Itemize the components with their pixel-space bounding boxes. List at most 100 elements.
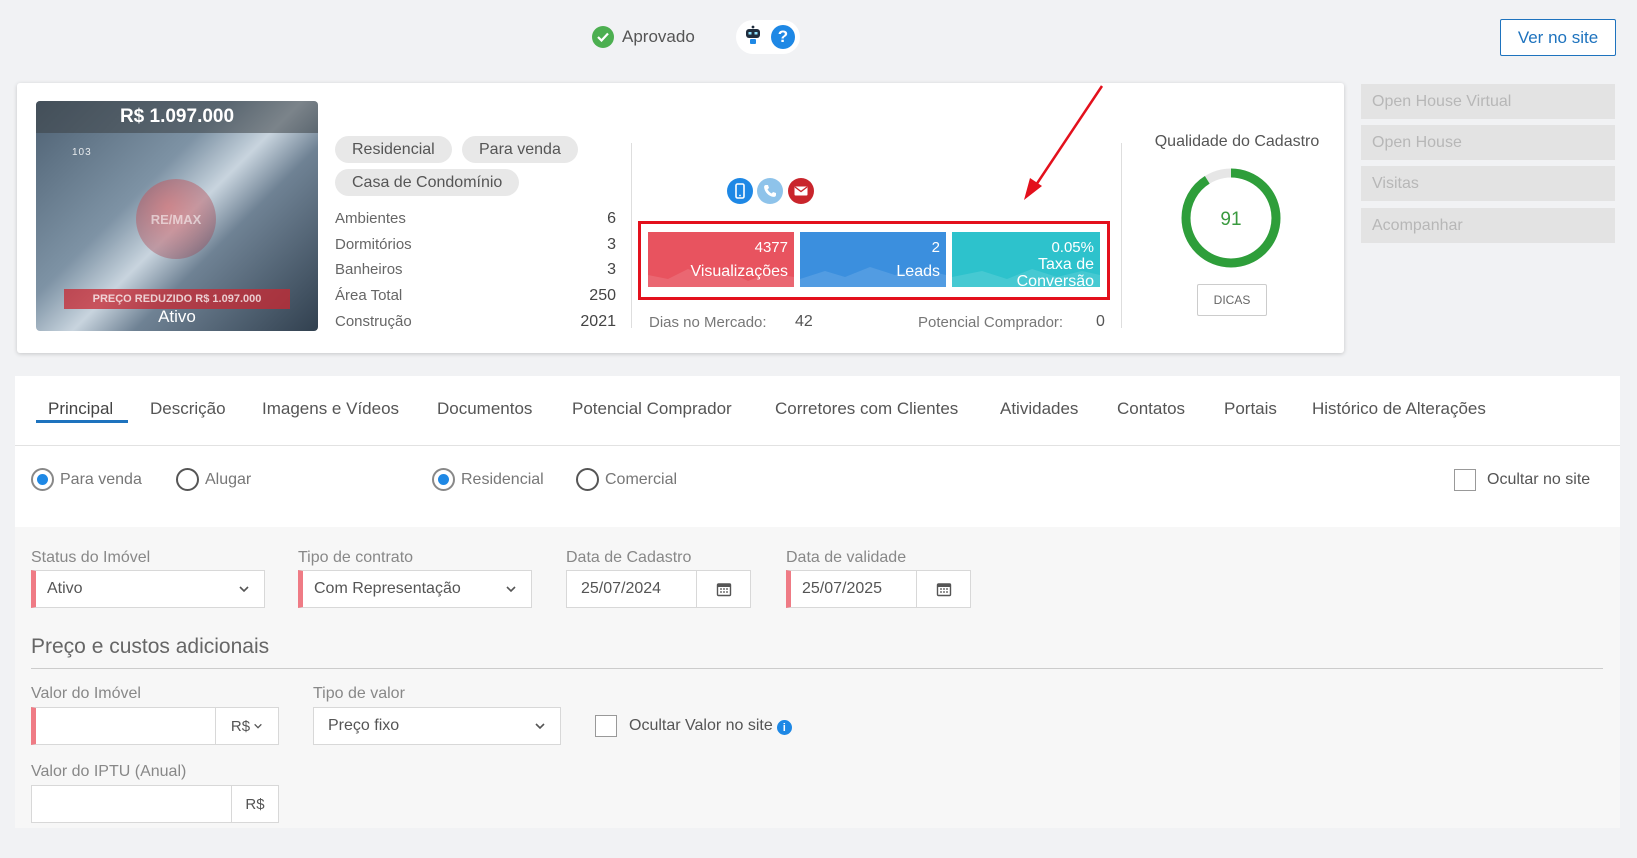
tab-principal[interactable]: Principal bbox=[48, 399, 113, 419]
dicas-button[interactable]: DICAS bbox=[1197, 284, 1267, 316]
divider bbox=[631, 143, 632, 328]
chevron-down-icon bbox=[506, 586, 516, 593]
checkbox-box[interactable] bbox=[595, 715, 617, 737]
feature-label: Dormitórios bbox=[335, 236, 412, 253]
select-value: Com Representação bbox=[314, 580, 461, 597]
photo-house-number: 103 bbox=[72, 147, 92, 158]
dias-mercado-label: Dias no Mercado: bbox=[649, 314, 767, 331]
radio-residencial[interactable]: Residencial bbox=[432, 468, 544, 491]
photo-price: R$ 1.097.000 bbox=[36, 101, 318, 133]
open-house-virtual-button[interactable]: Open House Virtual bbox=[1361, 84, 1615, 119]
valor-iptu-label: Valor do IPTU (Anual) bbox=[31, 763, 187, 780]
conversion-value: 0.05% bbox=[1051, 239, 1094, 256]
feature-list: Ambientes 6 Dormitórios 3 Banheiros 3 Ár… bbox=[335, 210, 616, 340]
tab-atividades[interactable]: Atividades bbox=[1000, 399, 1078, 419]
phone-icon[interactable] bbox=[757, 178, 783, 204]
property-form-panel: Principal Descrição Imagens e Vídeos Doc… bbox=[15, 376, 1620, 828]
currency-select[interactable]: R$ bbox=[215, 708, 278, 744]
ocultar-site-checkbox[interactable]: Ocultar no site bbox=[1454, 469, 1590, 491]
feature-value: 2021 bbox=[580, 313, 616, 330]
stats-highlight-box: 4377 Visualizações 2 Leads 0.05% Taxa de… bbox=[638, 221, 1110, 300]
tipo-contrato-label: Tipo de contrato bbox=[298, 549, 414, 566]
status-imovel-label: Status do Imóvel bbox=[31, 549, 151, 566]
status-label: Aprovado bbox=[622, 27, 695, 46]
stat-leads[interactable]: 2 Leads bbox=[800, 232, 946, 287]
property-photo[interactable]: R$ 1.097.000 103 RE/MAX PREÇO REDUZIDO R… bbox=[36, 101, 318, 331]
status-approved: Aprovado bbox=[592, 26, 695, 48]
radio-label: Comercial bbox=[605, 470, 678, 488]
tab-historico-alteracoes[interactable]: Histórico de Alterações bbox=[1312, 399, 1486, 419]
open-house-button[interactable]: Open House bbox=[1361, 125, 1615, 160]
checkbox-label-text: Ocultar Valor no site bbox=[629, 716, 773, 734]
tab-portais[interactable]: Portais bbox=[1224, 399, 1277, 419]
data-cadastro-input[interactable]: 25/07/2024 bbox=[566, 570, 751, 608]
radio-label: Para venda bbox=[60, 470, 142, 488]
valor-iptu-input[interactable]: R$ bbox=[31, 785, 279, 823]
select-value: Preço fixo bbox=[328, 717, 400, 734]
feature-row: Banheiros 3 bbox=[335, 261, 616, 281]
tag-residencial: Residencial bbox=[335, 136, 452, 163]
form-body: Status do Imóvel Ativo Tipo de contrato … bbox=[15, 527, 1620, 828]
tab-descricao[interactable]: Descrição bbox=[150, 399, 226, 419]
active-tab-indicator bbox=[36, 420, 128, 423]
tag-casa-condominio: Casa de Condomínio bbox=[335, 169, 520, 196]
section-title: Preço e custos adicionais bbox=[31, 635, 270, 658]
valor-imovel-input[interactable]: R$ bbox=[31, 707, 279, 745]
tag-para-venda: Para venda bbox=[462, 136, 578, 163]
currency-addon: R$ bbox=[231, 786, 278, 822]
photo-status: Ativo bbox=[158, 307, 196, 326]
calendar-icon[interactable] bbox=[916, 571, 970, 607]
tab-imagens-videos[interactable]: Imagens e Vídeos bbox=[262, 399, 399, 419]
leads-label: Leads bbox=[896, 263, 940, 280]
visitas-button[interactable]: Visitas bbox=[1361, 166, 1615, 201]
feature-label: Banheiros bbox=[335, 261, 403, 278]
tipo-valor-select[interactable]: Preço fixo bbox=[313, 707, 561, 745]
feature-row: Ambientes 6 bbox=[335, 210, 616, 230]
stat-visualizacoes[interactable]: 4377 Visualizações bbox=[648, 232, 794, 287]
tab-contatos[interactable]: Contatos bbox=[1117, 399, 1185, 419]
leads-value: 2 bbox=[931, 239, 940, 256]
tab-potencial-comprador[interactable]: Potencial Comprador bbox=[572, 399, 732, 419]
phone-mobile-icon[interactable] bbox=[727, 178, 753, 204]
stat-conversao[interactable]: 0.05% Taxa de Conversão bbox=[952, 232, 1100, 287]
tab-documentos[interactable]: Documentos bbox=[437, 399, 532, 419]
chevron-down-icon bbox=[535, 723, 545, 730]
checkbox-label: Ocultar Valor no site i bbox=[629, 717, 792, 736]
listing-options: Para venda Alugar Residencial Comercial … bbox=[15, 447, 1620, 527]
feature-label: Ambientes bbox=[335, 210, 406, 227]
ocultar-valor-checkbox[interactable]: Ocultar Valor no site i bbox=[595, 715, 792, 737]
radio-para-venda[interactable]: Para venda bbox=[31, 468, 142, 491]
radio-label: Alugar bbox=[205, 470, 252, 488]
info-icon[interactable]: i bbox=[776, 720, 792, 736]
tipo-contrato-select[interactable]: Com Representação bbox=[298, 570, 532, 608]
acompanhar-button[interactable]: Acompanhar bbox=[1361, 208, 1615, 243]
feature-label: Área Total bbox=[335, 287, 403, 304]
quality-score-ring: 91 bbox=[1181, 168, 1281, 268]
checkbox-box[interactable] bbox=[1454, 469, 1476, 491]
status-imovel-select[interactable]: Ativo bbox=[31, 570, 265, 608]
annotation-arrow bbox=[1024, 85, 1104, 200]
help-icon[interactable]: ? bbox=[771, 25, 795, 49]
data-cadastro-label: Data de Cadastro bbox=[566, 549, 692, 566]
data-validade-label: Data de validade bbox=[786, 549, 907, 566]
feature-row: Dormitórios 3 bbox=[335, 236, 616, 256]
data-validade-input[interactable]: 25/07/2025 bbox=[786, 570, 971, 608]
ver-no-site-button[interactable]: Ver no site bbox=[1500, 19, 1616, 56]
radio-alugar[interactable]: Alugar bbox=[176, 468, 251, 491]
calendar-icon[interactable] bbox=[696, 571, 750, 607]
date-value: 25/07/2024 bbox=[581, 580, 662, 597]
robot-icon[interactable] bbox=[741, 23, 765, 52]
email-icon[interactable] bbox=[788, 178, 814, 204]
dias-mercado-value: 42 bbox=[795, 313, 813, 330]
quality-title: Qualidade do Cadastro bbox=[1154, 133, 1320, 150]
radio-comercial[interactable]: Comercial bbox=[576, 468, 677, 491]
tab-corretores-clientes[interactable]: Corretores com Clientes bbox=[775, 399, 958, 419]
potencial-comprador-label: Potencial Comprador: bbox=[918, 314, 1064, 331]
tab-bar: Principal Descrição Imagens e Vídeos Doc… bbox=[15, 376, 1620, 446]
photo-reduced-price-banner: PREÇO REDUZIDO R$ 1.097.000 bbox=[64, 289, 290, 309]
feature-value: 6 bbox=[607, 210, 616, 227]
date-value: 25/07/2025 bbox=[802, 580, 883, 597]
feature-value: 250 bbox=[589, 287, 616, 304]
feature-value: 3 bbox=[607, 236, 616, 253]
property-summary-card: R$ 1.097.000 103 RE/MAX PREÇO REDUZIDO R… bbox=[17, 83, 1344, 353]
